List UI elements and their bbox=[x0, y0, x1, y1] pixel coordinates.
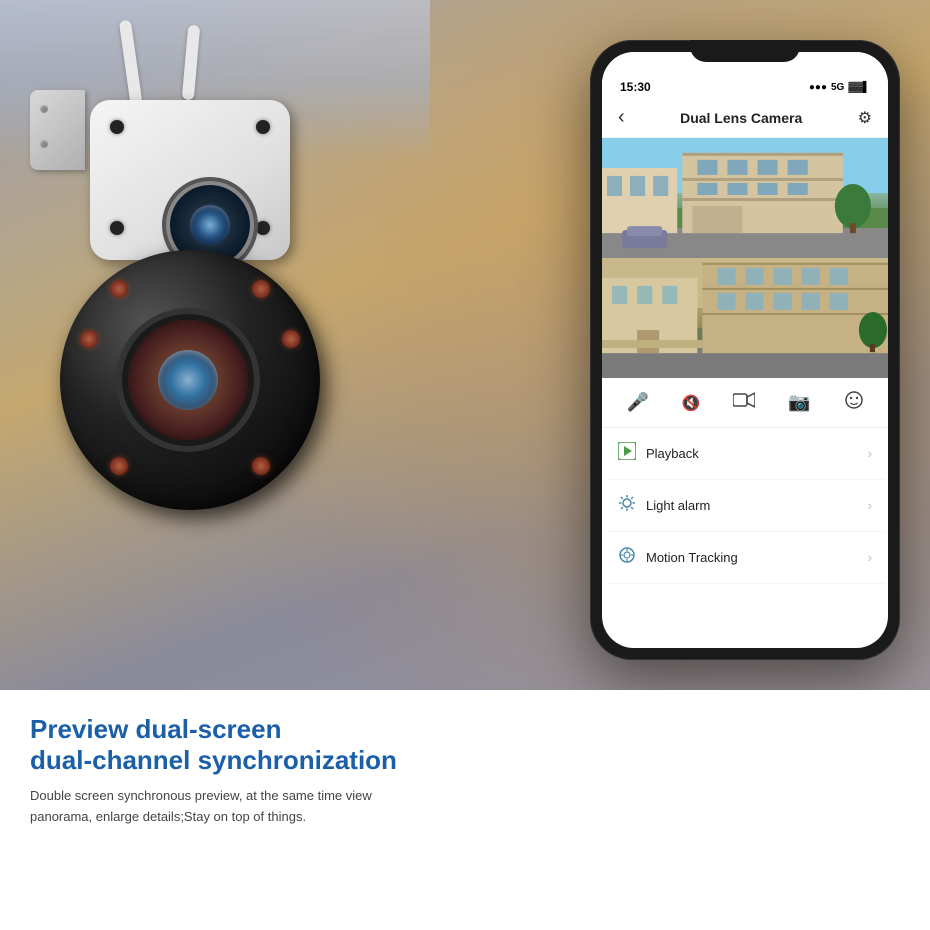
screw-top bbox=[40, 105, 48, 113]
playback-left: Playback bbox=[618, 442, 699, 465]
feed-bottom-background bbox=[602, 258, 888, 378]
lens-top-inner bbox=[190, 205, 230, 245]
top-section: 15:30 ●●● 5G ▓▓▌ ‹ Dual Lens Camera ⚙ bbox=[0, 0, 930, 690]
playback-chevron: › bbox=[868, 446, 872, 461]
led-6 bbox=[282, 330, 300, 348]
page-wrapper: 15:30 ●●● 5G ▓▓▌ ‹ Dual Lens Camera ⚙ bbox=[0, 0, 930, 930]
headline-line1: Preview dual-screen bbox=[30, 714, 900, 745]
camera-feed-top bbox=[602, 138, 888, 258]
camera-illustration bbox=[30, 30, 430, 670]
lens-main-ptz bbox=[128, 320, 248, 440]
menu-list: Playback › Light alarm bbox=[602, 428, 888, 584]
headline-line2: dual-channel synchronization bbox=[30, 745, 900, 776]
ir-led-2 bbox=[256, 120, 270, 134]
ir-led-1 bbox=[110, 120, 124, 134]
settings-button[interactable]: ⚙ bbox=[858, 108, 872, 128]
light-alarm-chevron: › bbox=[868, 498, 872, 513]
snapshot-icon[interactable]: 📷 bbox=[788, 392, 810, 413]
led-3 bbox=[110, 457, 128, 475]
status-time: 15:30 bbox=[620, 80, 651, 94]
ir-led-4 bbox=[256, 221, 270, 235]
subtext: Double screen synchronous preview, at th… bbox=[30, 786, 410, 828]
microphone-icon[interactable]: 🎤 bbox=[626, 392, 648, 413]
led-4 bbox=[252, 457, 270, 475]
signal-icon: ●●● bbox=[809, 82, 827, 93]
network-type: 5G bbox=[831, 82, 844, 93]
phone-mockup: 15:30 ●●● 5G ▓▓▌ ‹ Dual Lens Camera ⚙ bbox=[590, 40, 900, 660]
light-alarm-left: Light alarm bbox=[618, 494, 710, 517]
controls-bar: 🎤 🔇 📷 bbox=[602, 378, 888, 428]
menu-item-playback[interactable]: Playback › bbox=[606, 428, 884, 480]
phone-outer-frame: 15:30 ●●● 5G ▓▓▌ ‹ Dual Lens Camera ⚙ bbox=[590, 40, 900, 660]
camera-feed-bottom bbox=[602, 258, 888, 378]
feed-top-background bbox=[602, 138, 888, 258]
battery-icon: ▓▓▌ bbox=[848, 82, 870, 93]
playback-label: Playback bbox=[646, 446, 699, 461]
headline: Preview dual-screen dual-channel synchro… bbox=[30, 714, 900, 776]
camera-head-unit bbox=[90, 100, 290, 260]
bottom-section: Preview dual-screen dual-channel synchro… bbox=[0, 690, 930, 930]
antenna-right bbox=[182, 25, 200, 101]
motion-tracking-label: Motion Tracking bbox=[646, 550, 738, 565]
lens-main-inner bbox=[158, 350, 218, 410]
status-right: ●●● 5G ▓▓▌ bbox=[809, 82, 870, 93]
antenna-left bbox=[119, 20, 143, 111]
motion-tracking-left: Motion Tracking bbox=[618, 546, 738, 569]
light-alarm-icon bbox=[618, 494, 636, 517]
menu-item-motion-tracking[interactable]: Motion Tracking › bbox=[606, 532, 884, 584]
phone-notch bbox=[690, 40, 800, 62]
mute-icon[interactable]: 🔇 bbox=[682, 394, 701, 412]
playback-icon bbox=[618, 442, 636, 465]
led-1 bbox=[110, 280, 128, 298]
screw-bottom bbox=[40, 140, 48, 148]
phone-screen: 15:30 ●●● 5G ▓▓▌ ‹ Dual Lens Camera ⚙ bbox=[602, 52, 888, 648]
menu-item-light-alarm[interactable]: Light alarm › bbox=[606, 480, 884, 532]
wall-bracket bbox=[30, 90, 85, 170]
light-alarm-label: Light alarm bbox=[646, 498, 710, 513]
feed-top-svg bbox=[602, 138, 888, 258]
led-5 bbox=[80, 330, 98, 348]
led-2 bbox=[252, 280, 270, 298]
ir-led-3 bbox=[110, 221, 124, 235]
back-button[interactable]: ‹ bbox=[618, 106, 625, 129]
motion-tracking-chevron: › bbox=[868, 550, 872, 565]
app-header: ‹ Dual Lens Camera ⚙ bbox=[602, 98, 888, 138]
motion-tracking-icon bbox=[618, 546, 636, 569]
camera-body-dome bbox=[60, 250, 320, 510]
record-icon[interactable] bbox=[733, 391, 755, 414]
feed-bottom-svg bbox=[602, 258, 888, 378]
app-title: Dual Lens Camera bbox=[680, 110, 802, 126]
face-icon[interactable] bbox=[844, 390, 864, 415]
